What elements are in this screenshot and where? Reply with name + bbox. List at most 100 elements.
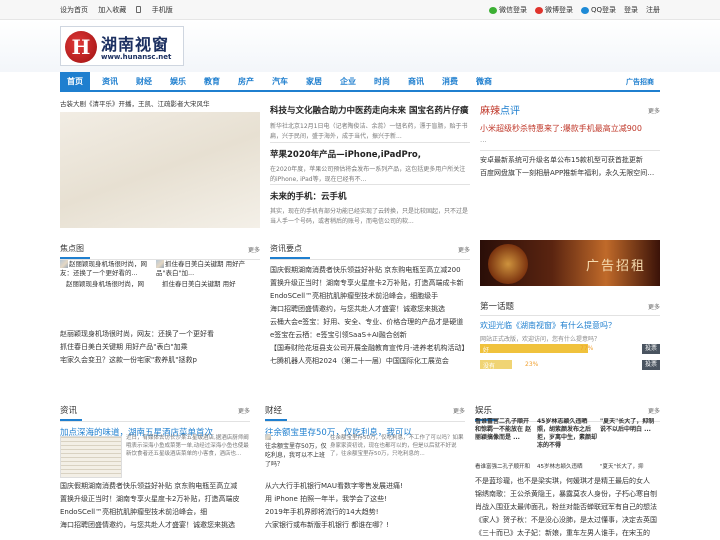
vote-label: 好 (483, 347, 490, 354)
news-highlights-list: 国庆假期湖南消费者快乐领益好补贴 京东购电瓶至高立减200 置换升级正当时！湖南… (270, 264, 470, 368)
entertainment-list-item[interactable]: 《三十而已》太子妃：新娘，重车左男人谁手，在宋玉的 (475, 527, 660, 540)
nav-item-home-furnishing[interactable]: 家居 (300, 72, 328, 92)
pingce-item[interactable]: 安卓最新系统可升级名单公布15款机型可获首批更新 (480, 154, 660, 167)
nav-item-education[interactable]: 教育 (198, 72, 226, 92)
entertainment-list-item[interactable]: 锦绣南歌：王公杀黄隐王，暴露莫衣人身份，子朽心寒自刎 (475, 488, 660, 501)
nav-ad-link[interactable]: 广告招商 (620, 72, 660, 92)
nav-item-enterprise[interactable]: 企业 (334, 72, 362, 92)
hero-article-title: 未来的手机：云手机 (270, 192, 347, 202)
news-highlight-item[interactable]: e签宝在云栖：e签宝引领SaaS+AI融合创新 (270, 329, 470, 342)
focus-card-caption: 赵丽颖现身机场很时尚，网友：还换了一个更好看的... (60, 260, 147, 277)
divider (60, 421, 250, 422)
divider (270, 184, 470, 185)
entertainment-list-item[interactable]: 肖战入围亚太最帅面孔，粉丝对能否蝉联冠军有自己的想法 (475, 501, 660, 514)
focus-card-subcaption: 抓住春日美白关键期 用好 (162, 280, 236, 288)
hero-article-2[interactable]: 苹果2020年产品—iPhone,iPadPro, 在2020年度，苹果公司预估… (270, 148, 470, 185)
news-list: 国庆假期湖南消费者快乐领益好补贴 京东购电瓶至高立减 置换升级正当时！湖南专享火… (60, 480, 250, 532)
qq-icon (580, 6, 589, 14)
hero-article-1[interactable]: 科技与文化融合助力中医药走向未来 国宝名药片仔癀 新华社北京12月1日电（记者陶… (270, 104, 470, 142)
finance-list-item[interactable]: 六家银行或布新版手机银行 都谁在哪？! (265, 519, 465, 532)
nav-item-wechat-business[interactable]: 微商 (470, 72, 498, 92)
divider (265, 421, 465, 422)
news-highlight-item[interactable]: 海口招聘团盛情邀约，与您共赴人才盛宴！诚邀您来挑选 (270, 303, 470, 316)
news-list-item[interactable]: EndoSCell™亮相抗肌肿瘤型技术前沿峰会，细 (60, 506, 250, 519)
pingce-headline[interactable]: 小米超级秒杀特惠来了:爆款手机最高立减900 (480, 123, 660, 134)
nav-item-business[interactable]: 商讯 (402, 72, 430, 92)
topic-more-link[interactable]: 更多 (648, 302, 660, 311)
hero-slide[interactable]: 古装大剧《清平乐》开播，王凯、江疏影者大宋风华 (60, 100, 260, 228)
vote-button[interactable]: 投票 (642, 360, 660, 370)
mobile-link[interactable]: 手机版 (136, 6, 180, 14)
nav-item-entertainment[interactable]: 娱乐 (164, 72, 192, 92)
nav-item-fashion[interactable]: 时尚 (368, 72, 396, 92)
nav-item-finance[interactable]: 财经 (130, 72, 158, 92)
weibo-icon (534, 6, 543, 14)
vote-button[interactable]: 投票 (642, 344, 660, 354)
logo-mark: H (65, 31, 97, 63)
qq-login-link[interactable]: QQ登录 (580, 5, 616, 15)
nav-item-consumer[interactable]: 消费 (436, 72, 464, 92)
focus-card-subcaption: 赵丽颖现身机场很时尚，网 (66, 280, 144, 288)
site-logo[interactable]: H 湖南视窗 www.hunansc.net (60, 26, 184, 66)
focus-list-item[interactable]: 宅家久会变丑？这款一份宅家"救养肌"拯救p (60, 354, 260, 367)
news-list-item[interactable]: 海口招聘团盛情邀约，与您共赴人才盛宴！诚邀您来挑选 (60, 519, 250, 532)
news-highlight-item[interactable]: 七腾机器人亮相2024（第二十一届）中国国际化工展览会 (270, 355, 470, 368)
finance-list-item[interactable]: 用 iPhone 拍照一年半，我学会了这些! (265, 493, 465, 506)
focus-more-link[interactable]: 更多 (248, 245, 260, 254)
news-section: 资讯 更多 加点深海的味道，湖南五星酒店菜单首次 (60, 404, 250, 438)
add-favorite-link[interactable]: 加入收藏 (98, 6, 126, 14)
finance-list-item[interactable]: 从六大行手机银行MAU看数字零售发展进痛! (265, 480, 465, 493)
main-nav: 首页 资讯 财经 娱乐 教育 房产 汽车 家居 企业 时尚 商讯 消费 微商 广… (60, 72, 660, 92)
news-highlight-item[interactable]: 置换升级正当时！湖南专享火星度卡2万补贴，打造高端成卡新 (270, 277, 470, 290)
entertainment-subcaption: "夏天"长大了，抑 (600, 464, 644, 470)
entertainment-list-item[interactable]: 《家人》贺子秋：不是没心没肺，是太过懂事，决定去英国 (475, 514, 660, 527)
nav-item-realestate[interactable]: 房产 (232, 72, 260, 92)
news-highlights-title: 资讯要点 (270, 244, 302, 253)
news-summary: 近日，有媒体去访长沙某五星级酒店,据酒店厨师阚哦表示深海小鱼成菜第一单,动经过深… (126, 435, 249, 457)
set-home-link[interactable]: 设为首页 (60, 6, 88, 14)
entertainment-list-item[interactable]: 不是蓝珍瓏，也不是梁实琪，何媛琪才是精王最后的女人 (475, 475, 660, 488)
register-link[interactable]: 注册 (646, 5, 660, 15)
entertainment-card[interactable]: "夏天"长大了，抑制说不以后中明白 ... (600, 418, 660, 458)
news-highlight-item[interactable]: EndoSCell™亮相抗肌肿瘤型技术前沿峰会，细胞级手 (270, 290, 470, 303)
weibo-login-link[interactable]: 微博登录 (534, 5, 573, 15)
news-highlight-item[interactable]: 【国寿财险花垣县支公司开展金融教育宣传月-进养老机构活动】 (270, 342, 470, 355)
finance-more-link[interactable]: 更多 (453, 406, 465, 415)
news-highlight-item[interactable]: 云桶大会e签宝：好用、安全、专业、价格合理的产品才是硬道 (270, 316, 470, 329)
finance-card-caption: 往余额宝里存50万，仅吃利息，我可以不上班了吗？ (265, 443, 327, 468)
vote-percent: 23% (525, 361, 539, 368)
finance-card[interactable]: 往余额宝里存50万，仅吃利息，我可以不上班了吗？ (265, 434, 327, 469)
news-highlights-more-link[interactable]: 更多 (458, 245, 470, 254)
finance-list-item[interactable]: 2019年手机界即将流行的14大趋势! (265, 506, 465, 519)
hero-caption: 古装大剧《清平乐》开播，王凯、江疏影者大宋风华 (60, 100, 210, 108)
finance-section: 财经 更多 往余额宝里存50万，仅吃利息，我可以 (265, 404, 465, 438)
wechat-login-link[interactable]: 微信登录 (488, 5, 527, 15)
focus-list-item[interactable]: 赵丽颖现身机场很时尚，网友：还换了一个更好看 (60, 328, 260, 341)
news-highlight-item[interactable]: 国庆假期湖南消费者快乐领益好补贴 京东购电瓶至高立减200 (270, 264, 470, 277)
hero-article-title: 科技与文化融合助力中医药走向未来 国宝名药片仔癀 (270, 106, 469, 116)
nav-item-home[interactable]: 首页 (60, 72, 90, 92)
entertainment-more-link[interactable]: 更多 (648, 406, 660, 415)
ad-banner[interactable]: 广告招租 (480, 240, 660, 286)
entertainment-card[interactable]: 45岁林志颖久违晒照，胡紫颜发布之后拒，岁离中生，素颜却冻的不得 (537, 418, 597, 458)
logo-name: 湖南视窗 (101, 35, 170, 54)
mobile-icon (136, 6, 142, 13)
pingce-more-link[interactable]: 更多 (648, 106, 660, 115)
entertainment-card[interactable]: 看谁富宫二孔子顺开和惊羁一不能放在 赵丽颖搞像而是 ... (475, 418, 533, 458)
divider (270, 142, 470, 143)
news-more-link[interactable]: 更多 (238, 406, 250, 415)
hero-article-3[interactable]: 未来的手机：云手机 其实，现在的手机有部分功能已经实现了云转换，只是比较固起，只… (270, 190, 470, 227)
news-list-item[interactable]: 国庆假期湖南消费者快乐领益好补贴 京东购电瓶至高立减 (60, 480, 250, 493)
focus-list-item[interactable]: 抓住春日美白关键期 用好产品"表白"加乘 (60, 341, 260, 354)
pingce-item[interactable]: 百度网盘旗下一刻相册APP推新年福利，永久无限空间激活 (480, 167, 660, 180)
nav-item-auto[interactable]: 汽车 (266, 72, 294, 92)
vote-row: 好 77% 投票 (480, 344, 660, 354)
login-link[interactable]: 登录 (624, 5, 638, 15)
wechat-icon (488, 6, 497, 14)
news-list-item[interactable]: 置换升级正当时！湖南专享火星度卡2万补贴，打造高端皮 (60, 493, 250, 506)
focus-card-caption: 抓住春日美白关键期 用好产品"表白"加... (156, 260, 246, 277)
news-title: 资讯 (60, 406, 78, 416)
news-thumbnail[interactable] (60, 436, 122, 478)
nav-item-news[interactable]: 资讯 (96, 72, 124, 92)
topic-headline[interactable]: 欢迎光临《湖南视窗》有什么提意吗？ (480, 320, 660, 331)
